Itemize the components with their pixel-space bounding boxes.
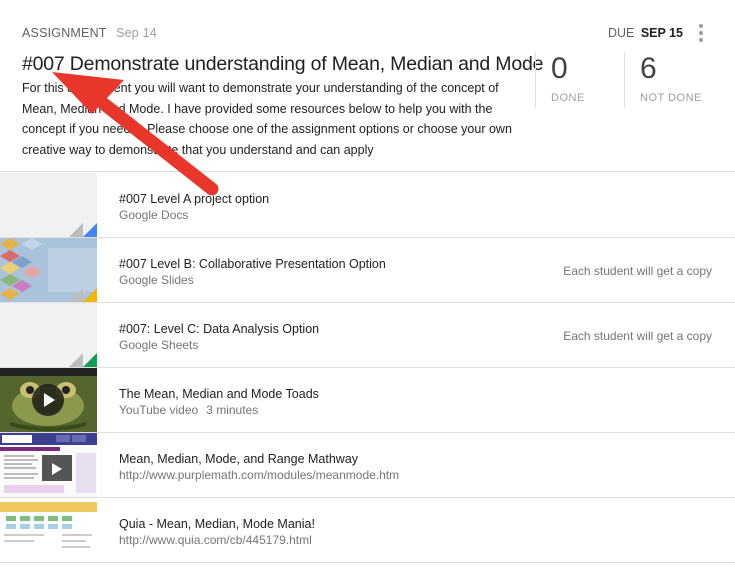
- more-options-icon[interactable]: [696, 22, 706, 44]
- material-item[interactable]: The Mean, Median and Mode Toads YouTube …: [0, 368, 735, 433]
- google-slides-icon: [83, 288, 97, 302]
- play-icon[interactable]: [32, 384, 64, 416]
- video-duration: 3 minutes: [206, 403, 259, 417]
- material-source: YouTube video: [119, 403, 199, 417]
- materials-list: #007 Level A project option Google Docs …: [0, 173, 735, 563]
- copy-note: Each student will get a copy: [563, 329, 712, 343]
- material-title: Quia - Mean, Median, Mode Mania!: [119, 517, 315, 531]
- assignment-meta: Assignment Sep 14: [22, 26, 157, 40]
- video-thumbnail: [0, 368, 97, 432]
- material-title: #007 Level A project option: [119, 192, 270, 206]
- assignment-type-label: Assignment: [22, 26, 107, 40]
- material-link: http://www.purplemath.com/modules/meanmo…: [119, 468, 400, 482]
- google-sheets-icon: [83, 353, 97, 367]
- material-title: The Mean, Median and Mode Toads: [119, 387, 319, 401]
- doc-thumbnail: [0, 173, 97, 237]
- due-label: DUE: [607, 26, 635, 40]
- done-label: DONE: [551, 92, 585, 104]
- google-docs-icon: [83, 223, 97, 237]
- material-title: #007 Level B: Collaborative Presentation…: [119, 257, 386, 271]
- material-subtitle: Google Sheets: [119, 338, 199, 352]
- due-date: DUE SEP 15: [608, 26, 683, 40]
- material-subtitle: Google Slides: [119, 273, 194, 287]
- copy-note: Each student will get a copy: [563, 264, 712, 278]
- done-stat[interactable]: 0 DONE: [535, 52, 624, 108]
- material-title: Mean, Median, Mode, and Range Mathway: [119, 452, 359, 466]
- webpage-thumbnail: [0, 433, 97, 497]
- material-subtitle: Google Docs: [119, 208, 189, 222]
- material-item[interactable]: #007 Level A project option Google Docs: [0, 173, 735, 238]
- material-item[interactable]: Mean, Median, Mode, and Range Mathway ht…: [0, 433, 735, 498]
- material-title: #007: Level C: Data Analysis Option: [119, 322, 320, 336]
- sheets-thumbnail: [0, 303, 97, 367]
- material-link: http://www.quia.com/cb/445179.html: [119, 533, 312, 547]
- due-date-value: SEP 15: [640, 26, 683, 40]
- assignment-posted-date: Sep 14: [116, 26, 157, 40]
- webpage-thumbnail: [0, 498, 97, 562]
- material-item[interactable]: #007 Level B: Collaborative Presentation…: [0, 238, 735, 303]
- not-done-count: 6: [640, 52, 657, 85]
- material-item[interactable]: Quia - Mean, Median, Mode Mania! http://…: [0, 498, 735, 563]
- assignment-title: #007 Demonstrate understanding of Mean, …: [22, 53, 544, 75]
- done-count: 0: [551, 52, 568, 85]
- not-done-stat[interactable]: 6 NOT DONE: [624, 52, 735, 108]
- slides-thumbnail: [0, 238, 97, 302]
- material-item[interactable]: #007: Level C: Data Analysis Option Goog…: [0, 303, 735, 368]
- material-subtitle: YouTube video 3 minutes: [119, 403, 258, 417]
- assignment-header: Assignment Sep 14 DUE SEP 15 #007 Demons…: [0, 0, 735, 172]
- assignment-description: For this assignment you will want to dem…: [22, 81, 512, 157]
- not-done-label: NOT DONE: [640, 92, 702, 104]
